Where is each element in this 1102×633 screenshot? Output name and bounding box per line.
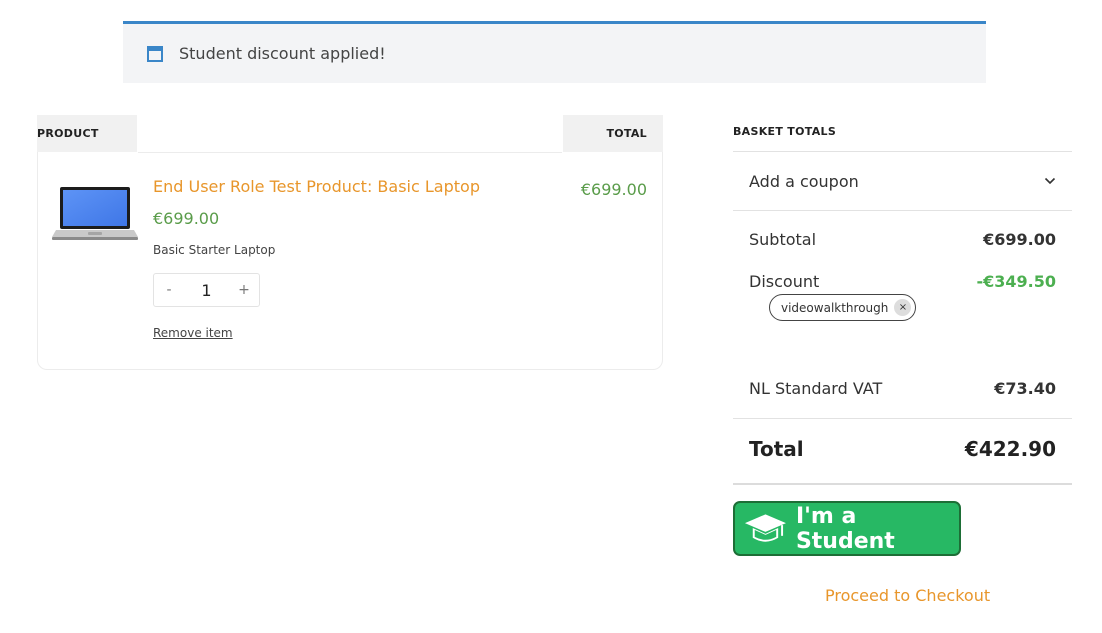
product-description: Basic Starter Laptop [153,243,276,257]
divider [733,418,1072,419]
add-coupon-toggle[interactable]: Add a coupon [733,152,1072,210]
basket-totals-title: BASKET TOTALS [733,125,837,138]
quantity-value[interactable]: 1 [184,281,229,300]
vat-label: NL Standard VAT [749,379,883,398]
product-name-link[interactable]: End User Role Test Product: Basic Laptop [153,177,480,196]
discount-label: Discount [749,272,820,291]
laptop-image[interactable] [52,186,138,242]
discount-notice: Student discount applied! [123,21,986,83]
im-a-student-button[interactable]: I'm a Student [733,501,961,556]
divider [733,483,1072,485]
subtotal-row: Subtotal €699.00 [749,230,1056,249]
product-price: €699.00 [153,209,220,228]
chevron-down-icon [1044,177,1056,185]
header-total: TOTAL [563,115,663,152]
student-button-label: I'm a Student [795,503,895,554]
total-label: Total [749,437,804,461]
remove-item-link[interactable]: Remove item [153,326,233,340]
window-icon [147,45,163,62]
total-value: €422.90 [964,437,1056,461]
quantity-stepper[interactable]: - 1 + [153,273,260,307]
order-total-row: Total €422.90 [749,437,1056,461]
decrease-quantity-button[interactable]: - [154,282,184,298]
coupon-code: videowalkthrough [781,300,889,315]
coupon-chip: videowalkthrough × [769,294,917,321]
header-product: PRODUCT [37,115,137,152]
discount-row: Discount -€349.50 [749,272,1056,291]
vat-row: NL Standard VAT €73.40 [749,379,1056,398]
coupon-label: Add a coupon [749,171,859,191]
proceed-to-checkout-link[interactable]: Proceed to Checkout [825,586,990,605]
divider [733,210,1072,211]
subtotal-value: €699.00 [983,230,1056,249]
subtotal-label: Subtotal [749,230,817,249]
line-total: €699.00 [580,180,647,199]
increase-quantity-button[interactable]: + [229,282,259,298]
vat-value: €73.40 [994,379,1056,398]
remove-coupon-button[interactable]: × [894,299,912,316]
graduation-cap-icon [744,513,786,542]
discount-value: -€349.50 [976,272,1056,291]
notice-text: Student discount applied! [179,44,386,63]
